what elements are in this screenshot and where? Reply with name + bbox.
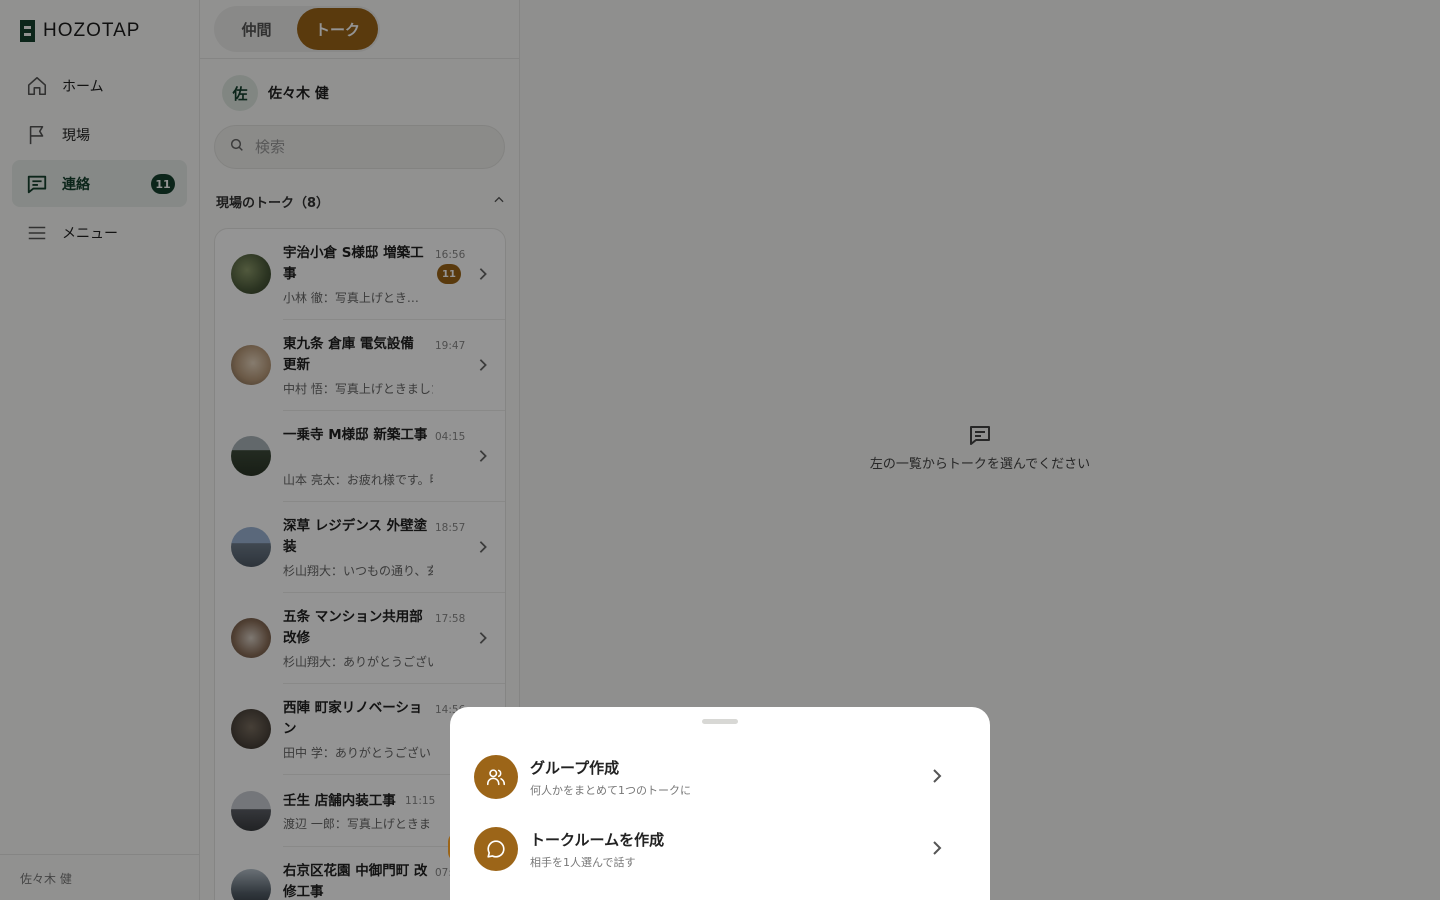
create-talkroom-button[interactable]: トークルームを作成 相手を1人選んで話す <box>474 824 966 874</box>
create-group-button[interactable]: グループ作成 何人かをまとめて1つのトークに <box>474 752 966 802</box>
sheet-item-title: トークルームを作成 <box>530 830 665 849</box>
sheet-item-subtitle: 相手を1人選んで話す <box>530 855 636 869</box>
chevron-right-icon <box>932 840 942 860</box>
sheet-item-title: グループ作成 <box>530 758 620 777</box>
chevron-right-icon <box>932 768 942 788</box>
chat-bubble-icon <box>474 827 518 871</box>
action-sheet: グループ作成 何人かをまとめて1つのトークに トークルームを作成 相手を1人選ん… <box>450 707 990 900</box>
sheet-item-text: トークルームを作成 相手を1人選んで話す <box>530 829 664 870</box>
sheet-item-text: グループ作成 何人かをまとめて1つのトークに <box>530 757 691 798</box>
group-icon <box>474 755 518 799</box>
sheet-item-subtitle: 何人かをまとめて1つのトークに <box>530 783 691 797</box>
sheet-handle[interactable] <box>702 719 738 724</box>
